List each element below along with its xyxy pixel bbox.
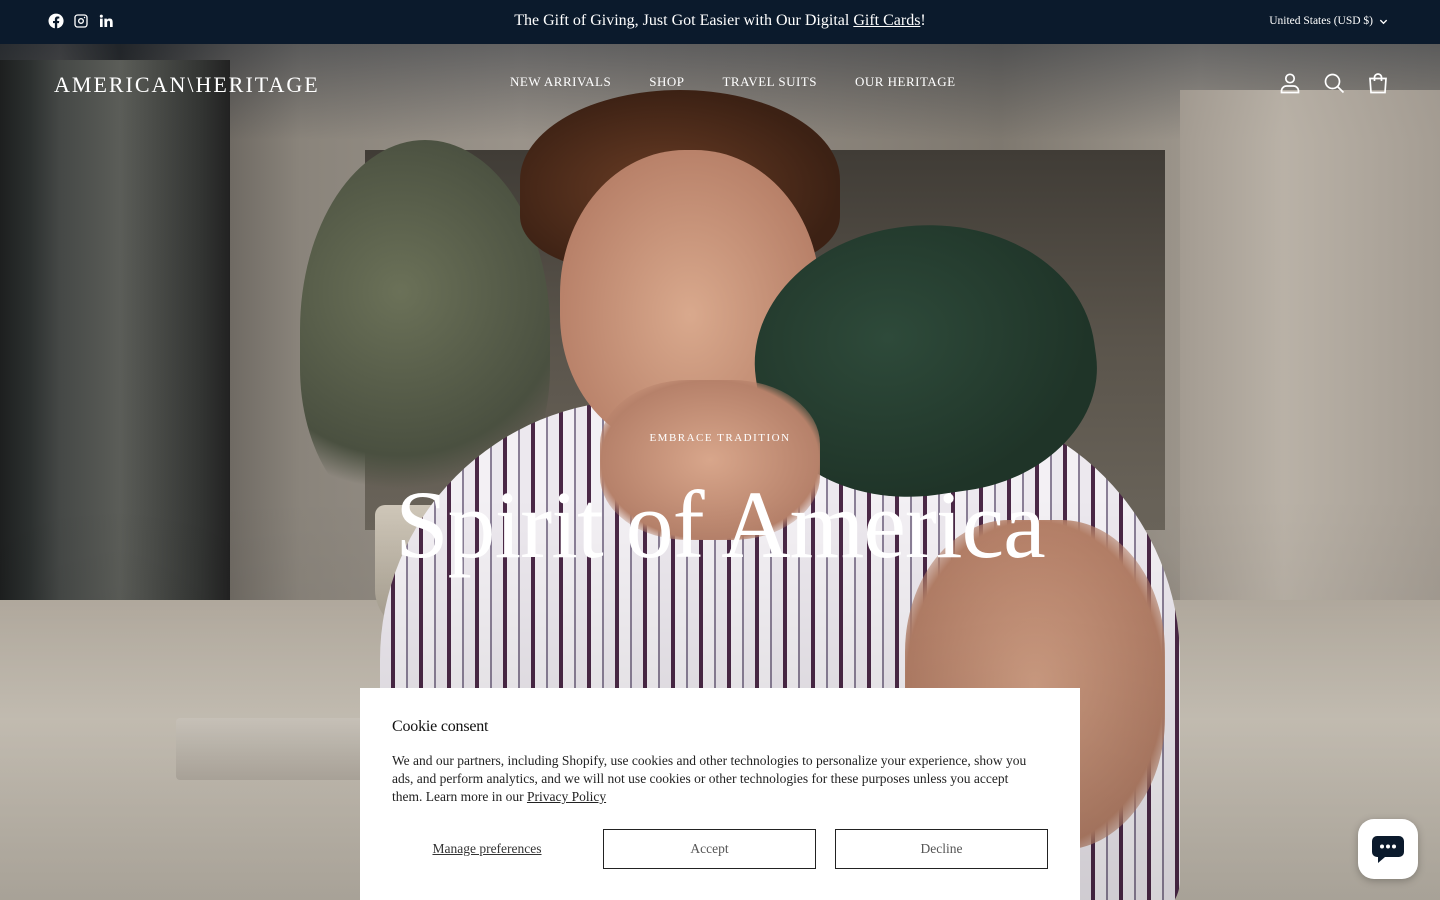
gift-cards-link[interactable]: Gift Cards — [853, 12, 920, 29]
privacy-policy-link[interactable]: Privacy Policy — [527, 789, 606, 804]
announcement-text: The Gift of Giving, Just Got Easier with… — [0, 12, 1440, 30]
site-header: AMERICAN\HERITAGE NEW ARRIVALS SHOP TRAV… — [0, 44, 1440, 124]
accept-button[interactable]: Accept — [603, 829, 816, 869]
currency-selector[interactable]: United States (USD $) — [1269, 15, 1388, 27]
chat-icon — [1372, 836, 1404, 863]
announcement-bar: The Gift of Giving, Just Got Easier with… — [0, 0, 1440, 44]
cookie-title: Cookie consent — [392, 718, 489, 735]
brand-logo[interactable]: AMERICAN\HERITAGE — [54, 72, 320, 98]
account-icon[interactable] — [1278, 70, 1302, 96]
chevron-down-icon — [1379, 19, 1388, 24]
cart-icon[interactable] — [1366, 70, 1390, 96]
main-nav: NEW ARRIVALS SHOP TRAVEL SUITS OUR HERIT… — [510, 74, 956, 90]
announcement-message: The Gift of Giving, Just Got Easier with… — [514, 12, 854, 29]
cookie-consent-dialog: Cookie consent We and our partners, incl… — [360, 688, 1080, 900]
chat-button[interactable] — [1358, 819, 1418, 879]
search-icon[interactable] — [1322, 70, 1346, 96]
announcement-suffix: ! — [920, 12, 926, 29]
cookie-body: We and our partners, including Shopify, … — [392, 752, 1042, 806]
nav-new-arrivals[interactable]: NEW ARRIVALS — [510, 74, 611, 90]
cookie-actions: Manage preferences Accept Decline — [392, 829, 1048, 869]
decline-button[interactable]: Decline — [835, 829, 1048, 869]
manage-preferences-button[interactable]: Manage preferences — [392, 829, 582, 869]
currency-label: United States (USD $) — [1269, 15, 1373, 27]
header-icons — [1278, 70, 1390, 96]
nav-shop[interactable]: SHOP — [649, 74, 684, 90]
hero-eyebrow: EMBRACE TRADITION — [649, 432, 791, 444]
cookie-body-text: We and our partners, including Shopify, … — [392, 753, 1027, 804]
hero-title: Spirit of America — [395, 471, 1046, 578]
nav-travel-suits[interactable]: TRAVEL SUITS — [722, 74, 816, 90]
nav-our-heritage[interactable]: OUR HERITAGE — [855, 74, 956, 90]
